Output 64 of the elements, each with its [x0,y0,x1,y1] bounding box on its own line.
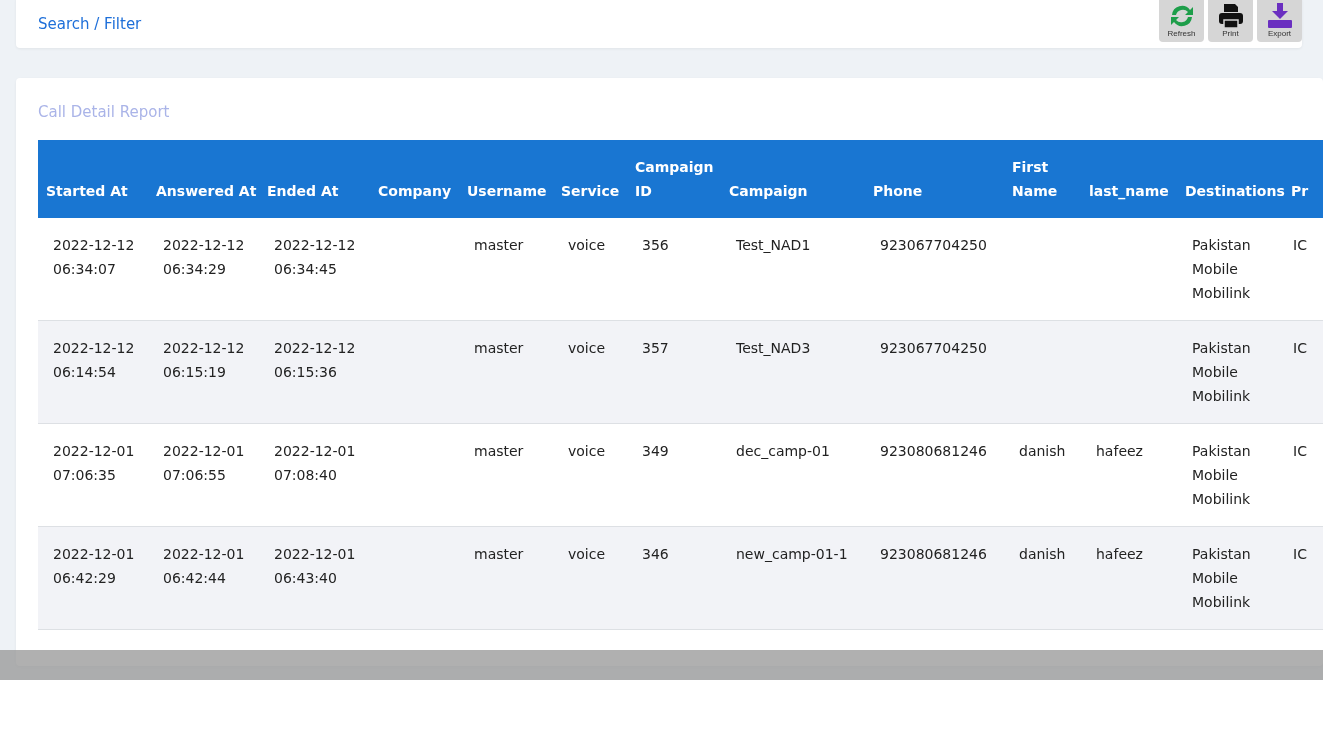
column-header: Ended At [266,182,340,201]
report-title: Call Detail Report [38,103,171,121]
table-cell: IC [1293,443,1307,459]
table-cell: 2022-12-01 06:42:29 [53,546,135,586]
table-cell: 2022-12-01 07:06:35 [53,443,135,483]
table-cell: 346 [642,546,669,562]
table-cell: dec_camp-01 [736,443,830,459]
table-cell: IC [1293,340,1307,356]
table-cell: voice [568,237,606,253]
table-cell: 2022-12-01 07:06:55 [163,443,245,483]
table-cell: Test_NAD3 [736,340,811,356]
search-filter-link[interactable]: Search / Filter [38,15,142,33]
table-cell: master [474,237,524,253]
table-cell: 2022-12-12 06:34:29 [163,237,245,277]
table-cell: 923067704250 [880,237,987,253]
table-cell: 923080681246 [880,443,987,459]
table-cell: 923080681246 [880,546,987,562]
table-cell: master [474,546,524,562]
table-cell: 923067704250 [880,340,987,356]
table-cell: 357 [642,340,669,356]
table-cell: master [474,340,524,356]
download-icon [1265,3,1294,29]
column-header: Service [560,182,621,201]
table-cell: hafeez [1096,546,1143,562]
table-cell: voice [568,546,606,562]
table-cell: 2022-12-12 06:34:07 [53,237,135,277]
column-header: Campaign [728,182,809,201]
column-header: last_name [1088,182,1170,202]
table-cell: Pakistan Mobile Mobilink [1192,443,1251,507]
table-cell: 356 [642,237,669,253]
column-header: Destinations [1184,182,1283,201]
table-cell: new_camp-01-1 [736,546,848,562]
printer-icon [1216,3,1245,29]
column-header: First Name [1011,158,1059,201]
column-header: Pr [1290,182,1310,201]
column-header: Campaign ID [634,158,715,201]
column-header: Started At [45,182,129,201]
refresh-button[interactable]: Refresh [1159,0,1204,42]
table-cell: Test_NAD1 [736,237,811,253]
column-header: Answered At [155,182,258,201]
table-cell: danish [1019,443,1066,459]
table-cell: IC [1293,237,1307,253]
table-cell: voice [568,340,606,356]
table-cell: 2022-12-12 06:34:45 [274,237,356,277]
table-cell: 2022-12-12 06:15:36 [274,340,356,380]
table-cell: Pakistan Mobile Mobilink [1192,546,1251,610]
column-header: Username [466,182,548,201]
table-cell: 2022-12-12 06:15:19 [163,340,245,380]
table-cell: master [474,443,524,459]
table-cell: 2022-12-01 06:42:44 [163,546,245,586]
table-cell: 2022-12-01 07:08:40 [274,443,356,483]
table-cell: IC [1293,546,1307,562]
column-header: Phone [872,182,924,201]
export-button[interactable]: Export [1257,0,1302,42]
table-cell: danish [1019,546,1066,562]
table-cell: Pakistan Mobile Mobilink [1192,340,1251,404]
table-cell: 2022-12-12 06:14:54 [53,340,135,380]
table-cell: hafeez [1096,443,1143,459]
column-header: Company [377,182,453,201]
table-cell: 349 [642,443,669,459]
print-button[interactable]: Print [1208,0,1253,42]
table-cell: voice [568,443,606,459]
table-cell: Pakistan Mobile Mobilink [1192,237,1251,301]
table-cell: 2022-12-01 06:43:40 [274,546,356,586]
